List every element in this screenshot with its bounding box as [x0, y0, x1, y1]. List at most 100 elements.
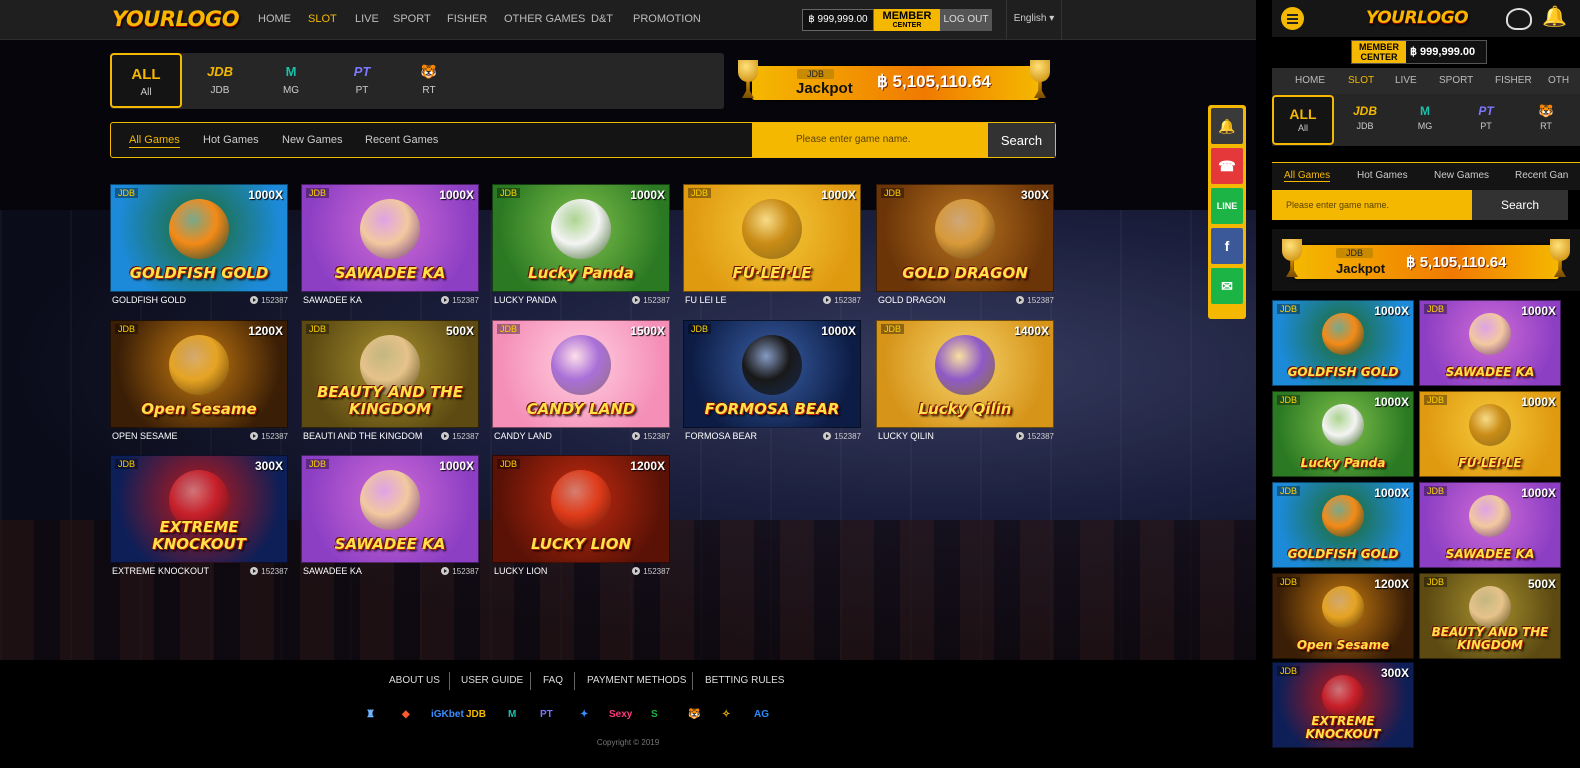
game-thumbnail[interactable]: BEAUTY AND THE KINGDOM JDB 500X — [1419, 573, 1561, 659]
tab-all-games[interactable]: All Games — [1284, 170, 1331, 182]
game-thumbnail[interactable]: EXTREME KNOCKOUT JDB 300X — [1272, 662, 1414, 748]
nav-home[interactable]: HOME — [1295, 75, 1325, 86]
game-card[interactable]: Lucky Qilin JDB 1400X LUCKY QILIN 152387 — [876, 320, 1056, 450]
nav-live[interactable]: LIVE — [1395, 75, 1417, 86]
game-thumbnail[interactable]: CANDY LAND JDB 1500X — [492, 320, 670, 428]
tab-hot-games[interactable]: Hot Games — [1357, 170, 1408, 181]
game-card[interactable]: Lucky Panda JDB 1000X — [1272, 391, 1416, 479]
provider-jdb[interactable]: JDB JDB — [1334, 95, 1396, 145]
nav-live[interactable]: LIVE — [355, 13, 379, 25]
game-thumbnail[interactable]: Lucky Panda JDB 1000X — [1272, 391, 1414, 477]
game-thumbnail[interactable]: SAWADEE KA JDB 1000X — [301, 184, 479, 292]
nav-home[interactable]: HOME — [258, 13, 291, 25]
game-card[interactable]: FU·LEI·LE JDB 1000X — [1419, 391, 1563, 479]
nav-dt[interactable]: D&T — [591, 13, 613, 25]
game-card[interactable]: EXTREME KNOCKOUT JDB 300X — [1272, 662, 1416, 750]
search-button[interactable]: Search — [988, 123, 1055, 157]
menu-icon[interactable] — [1281, 7, 1304, 30]
game-card[interactable]: BEAUTY AND THE KINGDOM JDB 500X — [1419, 573, 1563, 661]
game-card[interactable]: SAWADEE KA JDB 1000X — [1419, 300, 1563, 388]
tab-hot-games[interactable]: Hot Games — [203, 134, 259, 146]
game-thumbnail[interactable]: Lucky Panda JDB 1000X — [492, 184, 670, 292]
game-thumbnail[interactable]: GOLD DRAGON JDB 300X — [876, 184, 1054, 292]
site-logo[interactable]: YOURLOGO — [112, 7, 240, 31]
game-card[interactable]: GOLD DRAGON JDB 300X GOLD DRAGON 152387 — [876, 184, 1056, 314]
nav-slot[interactable]: SLOT — [308, 13, 337, 25]
game-card[interactable]: FORMOSA BEAR JDB 1000X FORMOSA BEAR 152387 — [683, 320, 863, 450]
game-thumbnail[interactable]: Open Sesame JDB 1200X — [1272, 573, 1414, 659]
game-card[interactable]: LUCKY LION JDB 1200X LUCKY LION 152387 — [492, 455, 672, 585]
footer-link-user-guide[interactable]: USER GUIDE — [461, 675, 523, 686]
game-thumbnail[interactable]: FORMOSA BEAR JDB 1000X — [683, 320, 861, 428]
provider-rt[interactable]: 🐯 RT — [1515, 95, 1577, 145]
facebook-icon[interactable]: f — [1211, 228, 1243, 264]
nav-other-games[interactable]: OTHER GAMES — [504, 13, 585, 25]
nav-sport[interactable]: SPORT — [393, 13, 431, 25]
game-thumbnail[interactable]: SAWADEE KA JDB 1000X — [1419, 300, 1561, 386]
search-input[interactable]: Please enter game name. — [1272, 190, 1472, 220]
tab-new-games[interactable]: New Games — [282, 134, 343, 146]
bell-icon[interactable]: 🔔 — [1211, 108, 1243, 144]
game-card[interactable]: CANDY LAND JDB 1500X CANDY LAND 152387 — [492, 320, 672, 450]
footer-link-faq[interactable]: FAQ — [543, 675, 563, 686]
nav-promotion[interactable]: PROMOTION — [633, 13, 701, 25]
footer-link-about-us[interactable]: ABOUT US — [389, 675, 440, 686]
game-thumbnail[interactable]: GOLDFISH GOLD JDB 1000X — [1272, 300, 1414, 386]
line-icon[interactable]: LINE — [1211, 188, 1243, 224]
logout-button[interactable]: LOG OUT — [940, 9, 992, 31]
game-thumbnail[interactable]: BEAUTY AND THE KINGDOM JDB 500X — [301, 320, 479, 428]
game-thumbnail[interactable]: SAWADEE KA JDB 1000X — [301, 455, 479, 563]
game-thumbnail[interactable]: FU·LEI·LE JDB 1000X — [683, 184, 861, 292]
member-center-button[interactable]: MEMBER CENTER — [1352, 41, 1406, 63]
tab-recent-games[interactable]: Recent Games — [365, 134, 438, 146]
search-button[interactable]: Search — [1472, 190, 1568, 220]
member-center-button[interactable]: MEMBER CENTER — [874, 9, 940, 31]
footer-link-payment-methods[interactable]: PAYMENT METHODS — [587, 675, 686, 686]
game-thumbnail[interactable]: EXTREME KNOCKOUT JDB 300X — [110, 455, 288, 563]
provider-mg[interactable]: M MG — [255, 53, 327, 108]
game-thumbnail[interactable]: GOLDFISH GOLD JDB 1000X — [1272, 482, 1414, 568]
game-card[interactable]: SAWADEE KA JDB 1000X SAWADEE KA 152387 — [301, 455, 481, 585]
site-logo[interactable]: YOURLOGO — [1366, 8, 1469, 28]
game-character-illustration — [935, 199, 995, 259]
game-card[interactable]: BEAUTY AND THE KINGDOM JDB 500X BEAUTI AND … — [301, 320, 481, 450]
game-card[interactable]: FU·LEI·LE JDB 1000X FU LEI LE 152387 — [683, 184, 863, 314]
game-card[interactable]: GOLDFISH GOLD JDB 1000X — [1272, 300, 1416, 388]
provider-rt[interactable]: 🐯 RT — [393, 53, 465, 108]
tab-new-games[interactable]: New Games — [1434, 170, 1489, 181]
game-card[interactable]: EXTREME KNOCKOUT JDB 300X EXTREME KNOCKOUT 1… — [110, 455, 290, 585]
game-card[interactable]: GOLDFISH GOLD JDB 1000X GOLDFISH GOLD 152387 — [110, 184, 290, 314]
language-select[interactable]: English ▾ — [1006, 0, 1062, 40]
bell-icon[interactable]: 🔔 — [1542, 4, 1567, 29]
provider-all[interactable]: ALL All — [1272, 95, 1334, 145]
tab-all-games[interactable]: All Games — [129, 134, 180, 148]
game-thumbnail[interactable]: Open Sesame JDB 1200X — [110, 320, 288, 428]
game-thumbnail[interactable]: LUCKY LION JDB 1200X — [492, 455, 670, 563]
game-card[interactable]: Open Sesame JDB 1200X OPEN SESAME 152387 — [110, 320, 290, 450]
game-card[interactable]: SAWADEE KA JDB 1000X — [1419, 482, 1563, 570]
nav-fisher[interactable]: FISHER — [1495, 75, 1532, 86]
game-card[interactable]: Lucky Panda JDB 1000X LUCKY PANDA 152387 — [492, 184, 672, 314]
game-card[interactable]: Open Sesame JDB 1200X — [1272, 573, 1416, 661]
nav-other[interactable]: OTH — [1548, 75, 1569, 86]
provider-pt[interactable]: PT PT — [1455, 95, 1517, 145]
footer-link-betting-rules[interactable]: BETTING RULES — [705, 675, 784, 686]
tab-recent-games[interactable]: Recent Gan — [1515, 170, 1568, 181]
provider-jdb[interactable]: JDB JDB — [184, 53, 256, 108]
wechat-icon[interactable]: ✉ — [1211, 268, 1243, 304]
provider-all[interactable]: ALL All — [110, 53, 182, 108]
support-icon[interactable] — [1506, 8, 1532, 30]
game-thumbnail[interactable]: FU·LEI·LE JDB 1000X — [1419, 391, 1561, 477]
game-thumbnail[interactable]: SAWADEE KA JDB 1000X — [1419, 482, 1561, 568]
nav-sport[interactable]: SPORT — [1439, 75, 1473, 86]
provider-mg[interactable]: M MG — [1394, 95, 1456, 145]
nav-slot[interactable]: SLOT — [1348, 75, 1374, 86]
support-icon[interactable]: ☎ — [1211, 148, 1243, 184]
game-thumbnail[interactable]: GOLDFISH GOLD JDB 1000X — [110, 184, 288, 292]
game-card[interactable]: SAWADEE KA JDB 1000X SAWADEE KA 152387 — [301, 184, 481, 314]
search-input[interactable]: Please enter game name. — [752, 123, 988, 157]
provider-pt[interactable]: PT PT — [326, 53, 398, 108]
game-card[interactable]: GOLDFISH GOLD JDB 1000X — [1272, 482, 1416, 570]
game-thumbnail[interactable]: Lucky Qilin JDB 1400X — [876, 320, 1054, 428]
nav-fisher[interactable]: FISHER — [447, 13, 487, 25]
